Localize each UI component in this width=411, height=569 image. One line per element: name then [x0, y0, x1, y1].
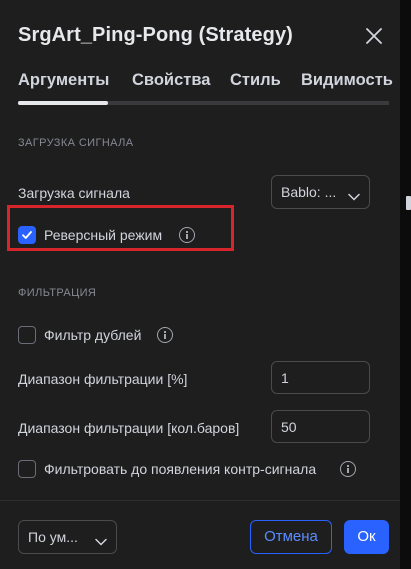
tab-visibility[interactable]: Видимость: [301, 71, 393, 90]
close-icon[interactable]: [363, 25, 385, 47]
range-percent-input[interactable]: [271, 361, 370, 394]
dialog-title: SrgArt_Ping-Pong (Strategy): [18, 24, 293, 46]
footer-divider: [0, 500, 400, 501]
counter-signal-label[interactable]: Фильтровать до появления контр-сигнала: [44, 461, 316, 477]
ok-button[interactable]: Ок: [344, 520, 389, 554]
signal-load-select[interactable]: Bablo: ...: [271, 175, 370, 209]
defaults-select[interactable]: По ум...: [18, 520, 117, 554]
tab-arguments[interactable]: Аргументы: [18, 71, 109, 90]
settings-dialog: SrgArt_Ping-Pong (Strategy) Аргументы Св…: [0, 0, 400, 569]
edge-mark: [406, 196, 411, 210]
background-chart-edge: [400, 0, 411, 569]
duplicate-filter-checkbox[interactable]: [18, 326, 36, 344]
chevron-down-icon: [348, 188, 360, 201]
counter-signal-checkbox[interactable]: [18, 460, 36, 478]
section-title-signal: ЗАГРУЗКА СИГНАЛА: [18, 137, 134, 149]
section-title-filter: ФИЛЬТРАЦИЯ: [18, 287, 97, 299]
tab-bar: Аргументы Свойства Стиль Видимость: [18, 71, 393, 105]
range-percent-label: Диапазон фильтрации [%]: [18, 371, 188, 387]
active-tab-indicator: [18, 101, 108, 105]
range-bars-input[interactable]: [271, 410, 370, 443]
chevron-down-icon: [95, 533, 107, 546]
tab-properties[interactable]: Свойства: [132, 71, 210, 90]
tab-style[interactable]: Стиль: [230, 71, 281, 90]
red-highlight-box: [7, 205, 234, 251]
cancel-button[interactable]: Отмена: [250, 520, 332, 554]
duplicate-filter-label[interactable]: Фильтр дублей: [44, 327, 141, 343]
signal-load-label: Загрузка сигнала: [18, 185, 130, 201]
range-bars-label: Диапазон фильтрации [кол.баров]: [18, 420, 240, 436]
defaults-value: По ум...: [28, 529, 78, 545]
signal-load-value: Bablo: ...: [281, 184, 337, 200]
info-icon[interactable]: [157, 327, 173, 343]
info-icon[interactable]: [340, 461, 356, 477]
